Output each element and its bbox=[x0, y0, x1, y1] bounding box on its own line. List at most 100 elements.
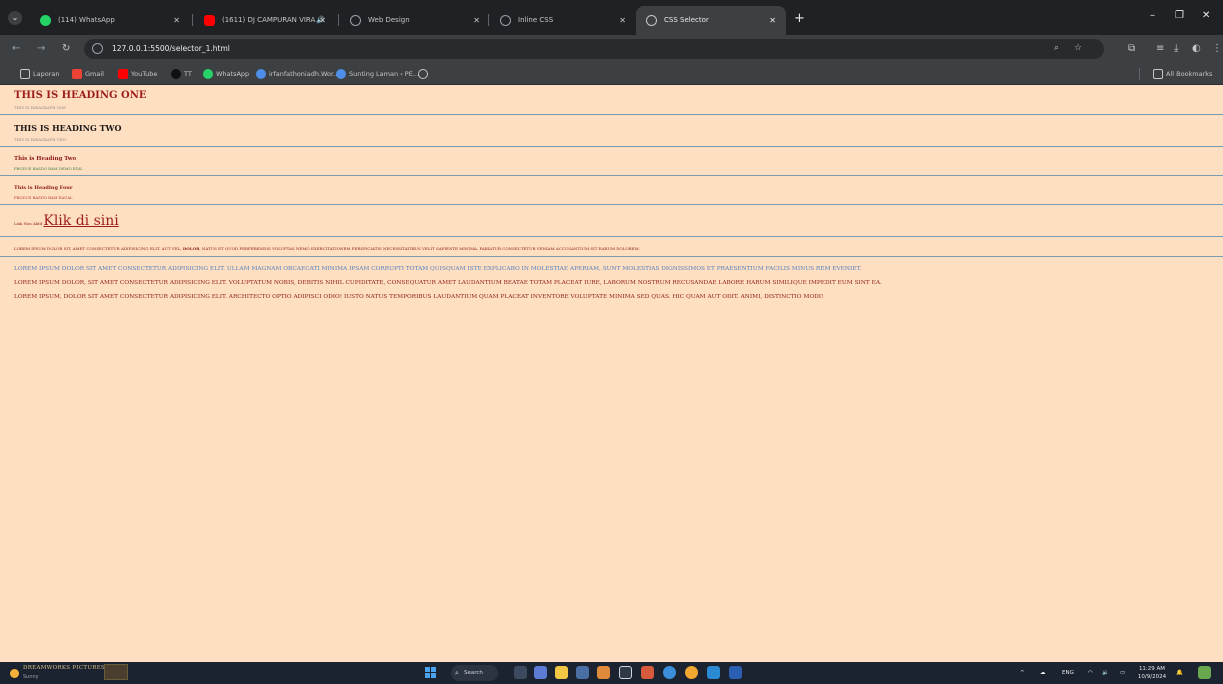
divider bbox=[0, 256, 1223, 257]
profile-icon[interactable]: ◐ bbox=[1192, 43, 1201, 54]
chevron-up-icon[interactable]: ^ bbox=[1020, 662, 1025, 684]
widget-thumbnail[interactable] bbox=[104, 664, 128, 680]
weather-status: Sunny bbox=[23, 674, 39, 680]
windows-start-icon[interactable] bbox=[425, 667, 437, 679]
task-view-icon[interactable] bbox=[514, 666, 527, 679]
bookmark-label: YouTube bbox=[131, 70, 158, 78]
minimize-icon[interactable]: – bbox=[1150, 10, 1155, 21]
bookmark-globe[interactable] bbox=[418, 63, 431, 85]
copilot-icon[interactable] bbox=[1198, 666, 1211, 679]
link-row: Link Non Aktif Klik di sini bbox=[14, 211, 1209, 234]
chrome-icon[interactable] bbox=[663, 666, 676, 679]
camera-icon[interactable] bbox=[576, 666, 589, 679]
clock-date: 10/9/2024 bbox=[1137, 674, 1167, 680]
section-heading-two: THIS IS HEADING TWO THIS IS PARAGRAPH TW… bbox=[0, 115, 1223, 146]
close-icon[interactable]: ✕ bbox=[319, 6, 326, 35]
lorem-small-paragraph: LOREM IPSUM DOLOR SIT, AMET CONSECTETUR … bbox=[14, 243, 1209, 254]
extensions-icon[interactable]: ⧉ bbox=[1128, 43, 1135, 54]
tab-title: Web Design bbox=[368, 16, 410, 24]
close-icon[interactable]: ✕ bbox=[769, 6, 776, 35]
app-icon[interactable] bbox=[641, 666, 654, 679]
edge-icon[interactable] bbox=[619, 666, 632, 679]
bookmark-label: irfanfathoniadh.Wor... bbox=[269, 70, 340, 78]
url-text[interactable]: 127.0.0.1:5500/selector_1.html bbox=[112, 39, 230, 59]
address-bar[interactable]: 127.0.0.1:5500/selector_1.html ⌕ ☆ bbox=[84, 39, 1104, 59]
close-icon[interactable]: ✕ bbox=[619, 6, 626, 35]
tab-inline-css[interactable]: Inline CSS ✕ bbox=[490, 6, 636, 35]
bookmark-youtube[interactable]: YouTube bbox=[118, 63, 157, 85]
chrome-canary-icon[interactable] bbox=[685, 666, 698, 679]
bookmark-label: WhatsApp bbox=[216, 70, 250, 78]
bookmark-sunting-laman[interactable]: Sunting Laman ‹ PE... bbox=[336, 63, 419, 85]
weather-title: DREAMWORKS PICTURES bbox=[23, 665, 106, 671]
site-info-icon[interactable] bbox=[92, 43, 103, 54]
wordpress-icon bbox=[256, 69, 266, 79]
bookmark-label: Gmail bbox=[85, 70, 104, 78]
bookmark-label: Sunting Laman ‹ PE... bbox=[349, 70, 420, 78]
whatsapp-icon bbox=[203, 69, 213, 79]
heading-one: THIS IS HEADING ONE bbox=[14, 90, 147, 101]
bookmark-laporan[interactable]: Laporan bbox=[20, 63, 59, 85]
weather-widget[interactable]: DREAMWORKS PICTURES Sunny bbox=[8, 664, 105, 682]
close-icon[interactable]: ✕ bbox=[173, 6, 180, 35]
wifi-icon[interactable]: ◠ bbox=[1088, 662, 1093, 684]
teams-icon[interactable] bbox=[534, 666, 547, 679]
back-icon[interactable]: ← bbox=[12, 43, 20, 54]
bookmark-gmail[interactable]: Gmail bbox=[72, 63, 104, 85]
download-icon[interactable]: ⤓ bbox=[1174, 43, 1178, 54]
clock-time: 11:29 AM bbox=[1138, 666, 1166, 672]
vscode-icon[interactable] bbox=[707, 666, 720, 679]
word-icon[interactable] bbox=[729, 666, 742, 679]
language-indicator[interactable]: ENG bbox=[1062, 662, 1074, 684]
section-heading-four: This is Heading Four PRODUS BASDO RAM EA… bbox=[0, 176, 1223, 204]
bookmark-star-icon[interactable]: ☆ bbox=[1074, 43, 1082, 53]
bookmark-whatsapp[interactable]: WhatsApp bbox=[203, 63, 249, 85]
paragraph-four: PRODUS BASDO RAM EAGAL bbox=[14, 195, 73, 200]
link-prefix: Link Non Aktif bbox=[14, 221, 43, 226]
folder-icon bbox=[1153, 69, 1163, 79]
menu-icon[interactable]: ⋮ bbox=[1212, 43, 1222, 54]
tab-title: Inline CSS bbox=[518, 16, 554, 24]
page-content: THIS IS HEADING ONE THIS IS PARAGRAPH ON… bbox=[0, 85, 1223, 662]
gmail-icon bbox=[72, 69, 82, 79]
tab-separator bbox=[338, 14, 339, 26]
paragraph-one: THIS IS PARAGRAPH ONE bbox=[14, 105, 66, 110]
all-bookmarks-label: All Bookmarks bbox=[1166, 70, 1213, 78]
sun-icon bbox=[10, 669, 19, 678]
tab-web-design[interactable]: Web Design ✕ bbox=[340, 6, 490, 35]
restore-icon[interactable]: ❐ bbox=[1175, 10, 1184, 21]
file-explorer-icon[interactable] bbox=[555, 666, 568, 679]
folder-icon bbox=[20, 69, 30, 79]
tab-whatsapp[interactable]: (114) WhatsApp ✕ bbox=[30, 6, 190, 35]
all-bookmarks-button[interactable]: All Bookmarks bbox=[1153, 63, 1212, 85]
bookmark-tt[interactable]: TT bbox=[171, 63, 192, 85]
close-window-icon[interactable]: ✕ bbox=[1202, 10, 1210, 21]
globe-icon bbox=[418, 69, 428, 79]
lorem-small-pre: LOREM IPSUM DOLOR SIT, AMET CONSECTETUR … bbox=[14, 246, 183, 251]
klik-di-sini-link[interactable]: Klik di sini bbox=[43, 213, 118, 229]
reading-list-icon[interactable]: ≡ bbox=[1156, 43, 1164, 54]
cloud-icon[interactable]: ☁ bbox=[1040, 662, 1046, 684]
reload-icon[interactable]: ↻ bbox=[62, 43, 70, 54]
tab-separator bbox=[488, 14, 489, 26]
forward-icon[interactable]: → bbox=[37, 43, 45, 54]
section-heading-three: This is Heading Two PRODUS BASDO RAM DEM… bbox=[0, 147, 1223, 175]
clock[interactable]: 11:29 AM 10/9/2024 bbox=[1135, 665, 1169, 681]
zoom-icon[interactable]: ⌕ bbox=[1054, 43, 1059, 53]
close-icon[interactable]: ✕ bbox=[473, 6, 480, 35]
section-link: Link Non Aktif Klik di sini bbox=[0, 205, 1223, 236]
section-heading-one: THIS IS HEADING ONE THIS IS PARAGRAPH ON… bbox=[0, 85, 1223, 114]
bookmark-label: TT bbox=[184, 70, 192, 78]
battery-icon[interactable]: ▭ bbox=[1120, 662, 1125, 684]
tab-search-icon[interactable]: ⌄ bbox=[8, 11, 22, 25]
volume-icon[interactable]: 🔉 bbox=[1102, 662, 1109, 684]
tab-css-selector[interactable]: CSS Selector ✕ bbox=[636, 6, 786, 35]
lorem-red-paragraph-1: LOREM IPSUM DOLOR, SIT AMET CONSECTETUR … bbox=[14, 280, 882, 286]
tab-youtube[interactable]: (1611) DJ CAMPURAN VIRA 🔊 ✕ bbox=[194, 6, 336, 35]
app-icon[interactable] bbox=[597, 666, 610, 679]
tab-title: CSS Selector bbox=[664, 16, 709, 24]
taskbar-search[interactable]: ⌕ Search bbox=[451, 665, 498, 681]
notification-icon[interactable]: 🔔 bbox=[1176, 662, 1183, 684]
bookmark-irfanfathoniadh[interactable]: irfanfathoniadh.Wor... bbox=[256, 63, 339, 85]
new-tab-button[interactable]: + bbox=[794, 12, 805, 25]
